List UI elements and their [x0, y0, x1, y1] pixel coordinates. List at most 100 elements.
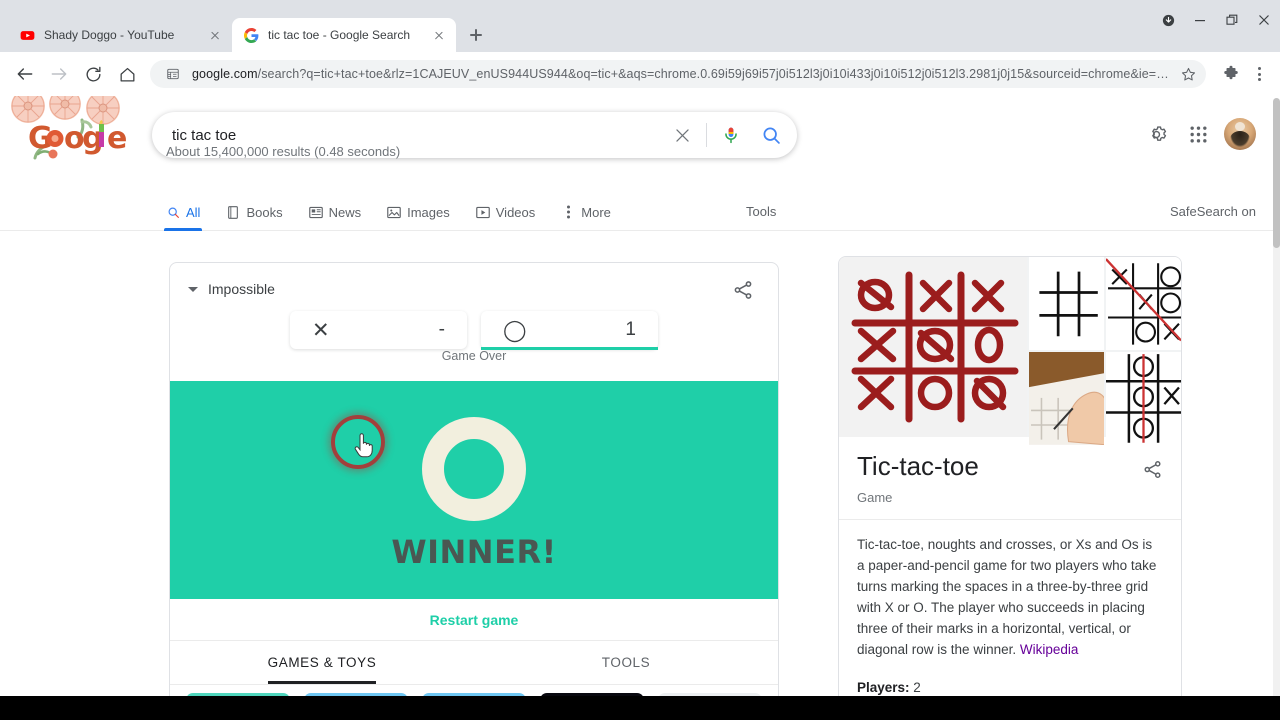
window-controls	[1152, 0, 1280, 40]
knowledge-panel: More images Tic-tac-toe Game Tic-tac-toe…	[838, 256, 1182, 696]
menu-icon[interactable]	[1246, 59, 1272, 89]
score-o-mark: ◯	[503, 318, 527, 342]
tab-all[interactable]: All	[163, 193, 216, 231]
google-icon	[243, 27, 259, 43]
kp-description: Tic-tac-toe, noughts and crosses, or Xs …	[839, 519, 1181, 666]
result-count: About 15,400,000 results (0.48 seconds)	[166, 144, 401, 159]
scrollbar-thumb[interactable]	[1273, 98, 1280, 248]
home-icon[interactable]	[110, 57, 144, 91]
bookmark-star-icon[interactable]	[1174, 60, 1202, 88]
share-icon[interactable]	[732, 279, 756, 303]
reload-icon[interactable]	[76, 57, 110, 91]
search-nav-tabs: All Books News Images Videos More Tools …	[0, 193, 1280, 231]
kp-side-images: More images	[1029, 257, 1181, 445]
wikipedia-link[interactable]: Wikipedia	[1020, 642, 1079, 657]
tab-title: tic tac toe - Google Search	[268, 28, 411, 42]
avatar[interactable]	[1224, 118, 1256, 150]
viewport-bottom-bar	[0, 696, 1280, 720]
tab-more[interactable]: More	[561, 193, 627, 231]
tic-tac-toe-game-card: Impossible ✕ - ◯ 1 Game Over WINNER! Res…	[169, 262, 779, 696]
clear-icon[interactable]	[662, 115, 702, 155]
scoreboard: ✕ - ◯ 1	[170, 311, 778, 350]
o-symbol	[422, 417, 526, 521]
browser-tab-youtube[interactable]: Shady Doggo - YouTube	[8, 18, 232, 52]
mouse-cursor	[353, 433, 375, 459]
tab-images[interactable]: Images	[387, 193, 466, 231]
tab-label: Images	[407, 204, 450, 220]
book-icon	[226, 205, 240, 219]
close-icon[interactable]	[1248, 0, 1280, 40]
page-scrollbar[interactable]	[1273, 192, 1280, 696]
tab-videos[interactable]: Videos	[475, 193, 552, 231]
tab-label: More	[581, 204, 611, 220]
new-tab-button[interactable]	[462, 21, 490, 49]
tab-tools[interactable]: TOOLS	[474, 641, 778, 684]
address-bar[interactable]: google.com/search?q=tic+tac+toe&rlz=1CAJ…	[150, 60, 1206, 88]
image-icon	[387, 205, 401, 219]
page-title: Tic-tac-toe	[857, 451, 979, 481]
game-status: Game Over	[441, 349, 507, 363]
kp-subtitle: Game	[857, 490, 893, 505]
gear-icon[interactable]	[1140, 118, 1172, 150]
restart-game-button[interactable]: Restart game	[170, 599, 778, 641]
tab-strip: Shady Doggo - YouTube tic tac toe - Goog…	[0, 0, 1280, 52]
youtube-icon	[19, 27, 35, 43]
restore-icon[interactable]	[1216, 0, 1248, 40]
kp-thumb-game2[interactable]	[1106, 351, 1181, 445]
score-x: ✕ -	[290, 311, 467, 349]
kp-thumb-hand[interactable]	[1029, 351, 1104, 445]
kp-fact-players: Players: 2	[839, 666, 1181, 696]
divider	[706, 123, 707, 147]
account-controls	[1140, 118, 1256, 150]
search-input[interactable]	[172, 126, 662, 144]
more-vertical-icon	[561, 205, 575, 219]
description-text: Tic-tac-toe, noughts and crosses, or Xs …	[857, 537, 1157, 657]
search-icon	[166, 205, 180, 219]
tab-books[interactable]: Books	[226, 193, 298, 231]
difficulty-selector[interactable]: Impossible	[188, 281, 275, 297]
fact-value: 2	[909, 680, 921, 695]
svg-text:e: e	[107, 121, 126, 156]
share-icon[interactable]	[1142, 459, 1163, 485]
forward-icon[interactable]	[42, 57, 76, 91]
browser-tab-google-search[interactable]: tic tac toe - Google Search	[232, 18, 456, 52]
safesearch-status[interactable]: SafeSearch on	[1170, 204, 1256, 219]
winner-label: WINNER!	[391, 533, 557, 571]
news-icon	[308, 205, 323, 219]
back-icon[interactable]	[8, 57, 42, 91]
score-x-mark: ✕	[312, 318, 330, 342]
tools-button[interactable]: Tools	[746, 204, 776, 219]
score-o: ◯ 1	[481, 311, 658, 350]
kp-main-image[interactable]	[839, 257, 1027, 437]
url-text: google.com/search?q=tic+tac+toe&rlz=1CAJ…	[192, 67, 1169, 81]
game-header: Impossible ✕ - ◯ 1 Game Over	[170, 263, 778, 381]
tab-label: All	[186, 204, 201, 220]
site-info-icon[interactable]	[162, 63, 184, 85]
tab-title: Shady Doggo - YouTube	[44, 28, 175, 42]
tab-news[interactable]: News	[308, 193, 378, 231]
apps-grid-icon[interactable]	[1182, 118, 1214, 150]
search-icon[interactable]	[751, 115, 791, 155]
score-o-value: 1	[625, 319, 636, 340]
close-icon[interactable]	[206, 26, 224, 44]
tab-games-and-toys[interactable]: GAMES & TOYS	[170, 641, 474, 684]
kp-thumb-game[interactable]	[1106, 257, 1181, 350]
browser-window: Shady Doggo - YouTube tic tac toe - Goog…	[0, 0, 1280, 720]
minimize-icon[interactable]	[1184, 0, 1216, 40]
extensions-icon[interactable]	[1216, 59, 1246, 89]
download-icon[interactable]	[1152, 0, 1184, 40]
kp-thumb-grid[interactable]	[1029, 257, 1104, 350]
browser-toolbar: google.com/search?q=tic+tac+toe&rlz=1CAJ…	[0, 52, 1280, 96]
difficulty-label: Impossible	[208, 281, 275, 297]
google-doodle-logo[interactable]: G o g e	[8, 96, 127, 176]
microphone-icon[interactable]	[711, 115, 751, 155]
google-results-page: G o g e tic tac toe All Books News Image…	[0, 96, 1280, 696]
mini-card-row	[170, 685, 778, 696]
tab-label: Videos	[495, 204, 536, 220]
score-x-value: -	[438, 319, 445, 340]
fact-label: Players:	[857, 680, 910, 695]
close-icon[interactable]	[430, 26, 448, 44]
video-icon	[475, 205, 490, 219]
tab-label: Books	[246, 204, 283, 220]
winner-banner[interactable]: WINNER!	[170, 381, 778, 599]
